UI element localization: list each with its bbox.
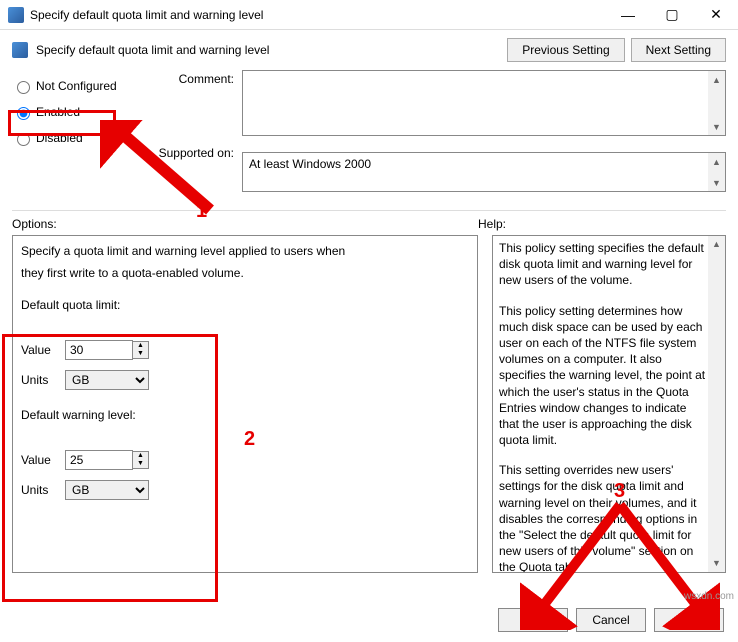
scroll-up-icon[interactable]: ▲	[708, 236, 725, 253]
options-label: Options:	[12, 217, 478, 231]
app-icon	[8, 7, 24, 23]
radio-enabled[interactable]: Enabled	[12, 104, 142, 120]
comment-textarea[interactable]: ▲ ▼	[242, 70, 726, 136]
limit-value-label: Value	[21, 343, 65, 357]
comment-scrollbar[interactable]: ▲ ▼	[708, 71, 725, 135]
limit-units-label: Units	[21, 373, 65, 387]
divider	[12, 210, 726, 211]
comment-label: Comment:	[152, 70, 242, 136]
limit-units-select[interactable]: GB	[65, 370, 149, 390]
spin-up-icon[interactable]: ▲	[133, 342, 148, 350]
supported-on-label: Supported on:	[152, 144, 242, 192]
maximize-button[interactable]: ▢	[650, 0, 694, 30]
state-radio-group: Not Configured Enabled Disabled	[12, 70, 142, 200]
radio-disabled-input[interactable]	[17, 133, 30, 146]
watermark: wsxdn.com	[684, 591, 734, 602]
spin-down-icon[interactable]: ▼	[133, 460, 148, 468]
help-paragraph: This policy setting specifies the defaul…	[499, 240, 707, 289]
help-panel: This policy setting specifies the defaul…	[492, 235, 726, 573]
policy-icon	[12, 42, 28, 58]
ok-button[interactable]: OK	[498, 608, 568, 632]
radio-not-configured-label: Not Configured	[36, 79, 117, 93]
apply-button[interactable]: Apply	[654, 608, 724, 632]
scroll-down-icon[interactable]: ▼	[708, 174, 725, 191]
radio-disabled-label: Disabled	[36, 131, 83, 145]
default-quota-limit-label: Default quota limit:	[21, 298, 469, 312]
help-paragraph: This setting overrides new users' settin…	[499, 462, 707, 573]
radio-enabled-input[interactable]	[17, 107, 30, 120]
header-row: Specify default quota limit and warning …	[0, 30, 738, 62]
radio-not-configured[interactable]: Not Configured	[12, 78, 142, 94]
scroll-down-icon[interactable]: ▼	[708, 118, 725, 135]
limit-value-input[interactable]	[65, 340, 133, 360]
next-setting-button[interactable]: Next Setting	[631, 38, 726, 62]
cancel-button[interactable]: Cancel	[576, 608, 646, 632]
warn-value-input[interactable]	[65, 450, 133, 470]
supported-on-text: At least Windows 2000	[249, 157, 371, 171]
warn-value-label: Value	[21, 453, 65, 467]
dialog-footer: OK Cancel Apply	[490, 608, 724, 632]
window-titlebar: Specify default quota limit and warning …	[0, 0, 738, 30]
warn-units-select[interactable]: GB	[65, 480, 149, 500]
limit-value-spinner[interactable]: ▲▼	[133, 341, 149, 359]
scroll-up-icon[interactable]: ▲	[708, 153, 725, 170]
policy-title: Specify default quota limit and warning …	[36, 43, 269, 57]
scroll-up-icon[interactable]: ▲	[708, 71, 725, 88]
help-label: Help:	[478, 217, 726, 231]
radio-not-configured-input[interactable]	[17, 81, 30, 94]
supported-scrollbar[interactable]: ▲ ▼	[708, 153, 725, 191]
options-intro-line1: Specify a quota limit and warning level …	[21, 244, 469, 258]
options-intro-line2: they first write to a quota-enabled volu…	[21, 266, 469, 280]
spin-down-icon[interactable]: ▼	[133, 350, 148, 358]
default-warning-level-label: Default warning level:	[21, 408, 469, 422]
minimize-button[interactable]: —	[606, 0, 650, 30]
help-scrollbar[interactable]: ▲ ▼	[708, 236, 725, 572]
spin-up-icon[interactable]: ▲	[133, 452, 148, 460]
supported-on-box: At least Windows 2000 ▲ ▼	[242, 152, 726, 192]
radio-enabled-label: Enabled	[36, 105, 80, 119]
scroll-down-icon[interactable]: ▼	[708, 555, 725, 572]
warn-units-label: Units	[21, 483, 65, 497]
close-button[interactable]: ✕	[694, 0, 738, 30]
warn-value-spinner[interactable]: ▲▼	[133, 451, 149, 469]
radio-disabled[interactable]: Disabled	[12, 130, 142, 146]
window-title: Specify default quota limit and warning …	[30, 8, 606, 22]
previous-setting-button[interactable]: Previous Setting	[507, 38, 624, 62]
help-paragraph: This policy setting determines how much …	[499, 303, 707, 449]
options-panel: Specify a quota limit and warning level …	[12, 235, 478, 573]
